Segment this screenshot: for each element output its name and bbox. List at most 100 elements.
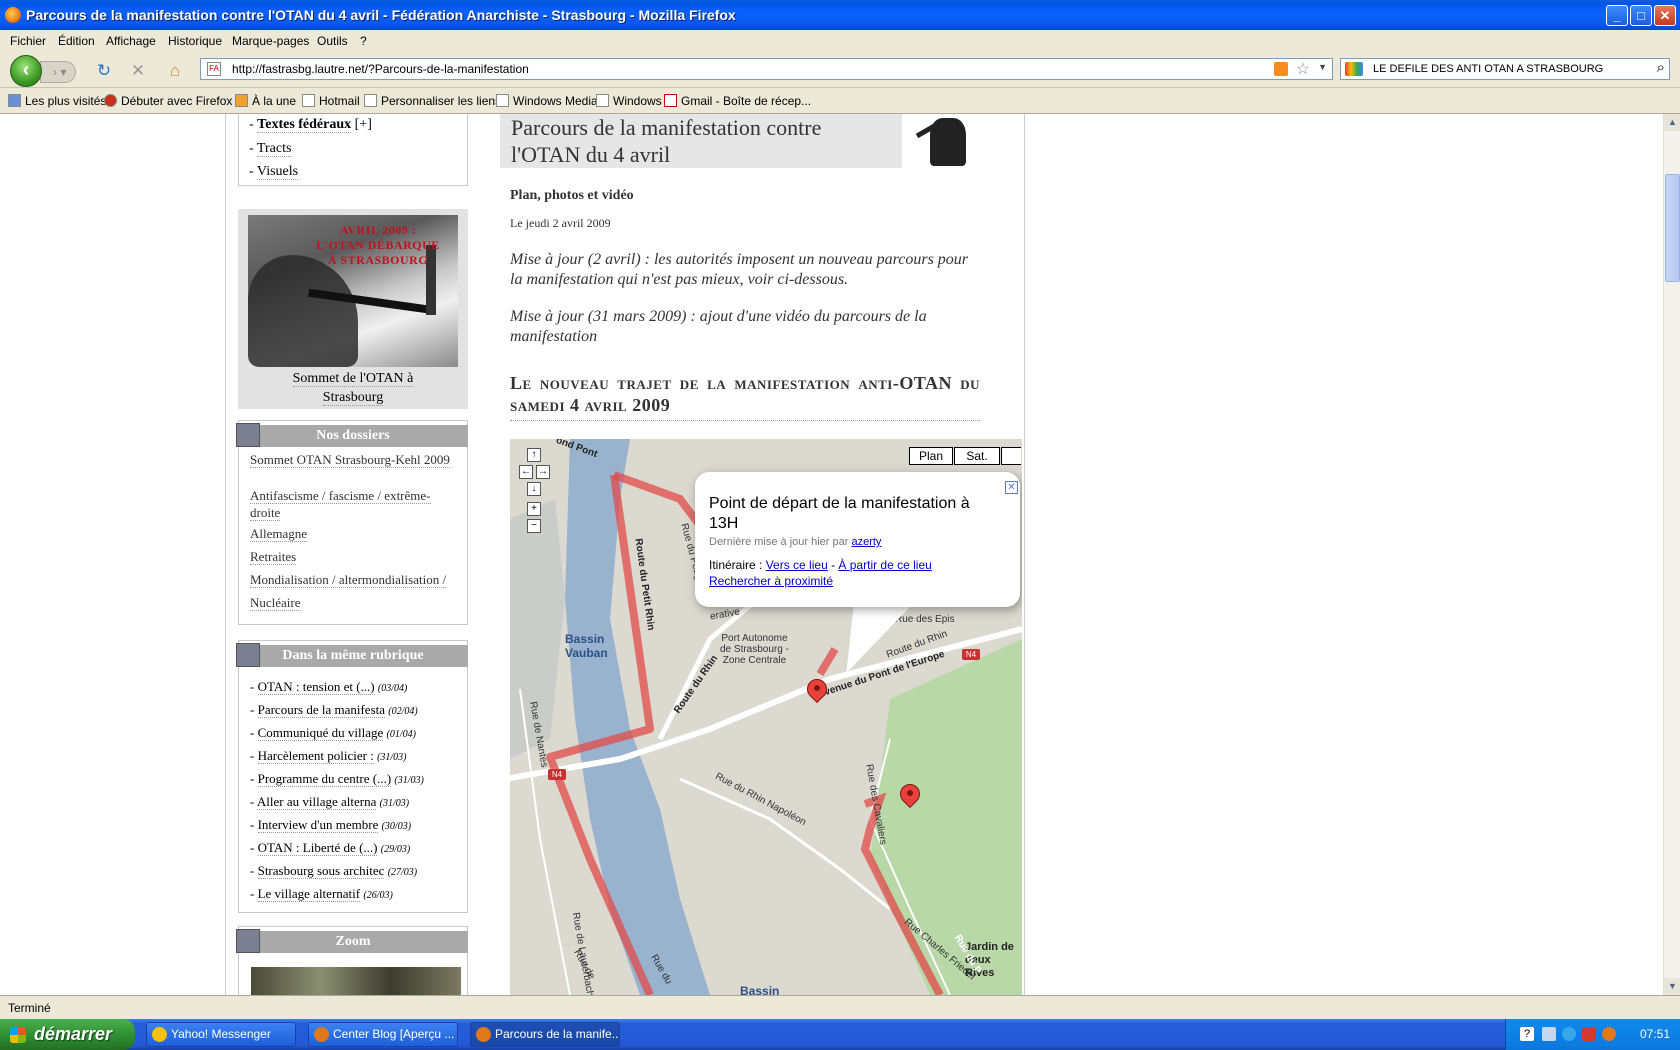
home-icon[interactable]: ⌂ — [165, 61, 185, 81]
url-dropdown-icon[interactable]: ▼ — [1318, 62, 1327, 72]
rubrique-item[interactable]: - Harcèlement policier : (31/03) — [250, 748, 407, 764]
menu-help[interactable]: ? — [360, 34, 367, 48]
network-icon[interactable] — [1542, 1027, 1556, 1041]
rubrique-item[interactable]: - OTAN : tension et (...) (03/04) — [250, 679, 407, 695]
pan-up-icon[interactable]: ↑ — [527, 448, 541, 462]
scroll-thumb[interactable] — [1665, 174, 1680, 282]
promo-caption[interactable]: Sommet de l'OTAN à Strasbourg — [238, 369, 468, 407]
task-parcours-manifestation[interactable]: Parcours de la manife... — [470, 1022, 620, 1047]
ati-icon[interactable] — [1582, 1027, 1596, 1041]
rubrique-item[interactable]: - Le village alternatif (26/03) — [250, 886, 393, 902]
directions-from-link[interactable]: À partir de ce lieu — [838, 558, 931, 572]
search-nearby-link[interactable]: Rechercher à proximité — [709, 574, 833, 588]
sidebar-item-tracts[interactable]: - Tracts — [249, 141, 292, 157]
article-update-2: Mise à jour (31 mars 2009) : ajout d'une… — [510, 308, 927, 345]
rubrique-item[interactable]: - Communiqué du village (01/04) — [250, 725, 416, 741]
author-link[interactable]: azerty — [851, 536, 881, 548]
map-marker-start[interactable] — [802, 674, 832, 709]
menu-fichier[interactable]: Fichier — [10, 34, 46, 48]
map-type-satellite-button[interactable]: Sat. — [954, 447, 1000, 465]
menu-edition[interactable]: Édition — [58, 34, 95, 48]
search-input[interactable]: LE DEFILE DES ANTI OTAN A STRASBOURG — [1373, 63, 1603, 75]
rubrique-item[interactable]: - Programme du centre (...) (31/03) — [250, 771, 424, 787]
firefox-tray-icon[interactable] — [1602, 1027, 1616, 1041]
rubrique-item[interactable]: - Aller au village alterna (31/03) — [250, 794, 409, 810]
rubrique-item[interactable]: - Strasbourg sous architec (27/03) — [250, 863, 417, 879]
page-viewport: - Textes fédéraux [+] - Tracts - Visuels… — [0, 114, 1663, 995]
dossier-item[interactable]: Antifascisme / fascisme / extrême-droite — [250, 487, 460, 521]
map-type-plan-button[interactable]: Plan — [909, 447, 953, 465]
start-button[interactable]: démarrer — [0, 1019, 135, 1050]
pan-left-icon[interactable]: ← — [519, 465, 533, 479]
search-bar[interactable]: LE DEFILE DES ANTI OTAN A STRASBOURG ⌕ — [1340, 58, 1670, 80]
dossier-item[interactable]: Sommet OTAN Strasbourg-Kehl 2009 — [250, 451, 460, 468]
dossiers-box: Nos dossiers Sommet OTAN Strasbourg-Kehl… — [236, 420, 468, 625]
soldier-silhouette — [248, 255, 358, 367]
bookmark-gmail[interactable]: Gmail - Boîte de récep... — [664, 94, 811, 108]
sidebar-item-textes-federaux[interactable]: - Textes fédéraux [+] — [249, 117, 372, 133]
scroll-down-icon[interactable]: ▼ — [1664, 978, 1680, 995]
bookmark-les-plus-visites[interactable]: Les plus visités — [8, 94, 106, 108]
close-button[interactable]: ✕ — [1654, 5, 1676, 26]
promo-image[interactable]: AVRIL 2009 : L'OTAN DÉBARQUE À STRASBOUR… — [248, 215, 458, 367]
bookmark-personnaliser-liens[interactable]: Personnaliser les liens — [364, 94, 501, 108]
dossier-item[interactable]: Retraites — [250, 548, 460, 565]
directions-to-link[interactable]: Vers ce lieu — [766, 558, 828, 572]
menu-outils[interactable]: Outils — [317, 34, 348, 48]
rubrique-item[interactable]: - Parcours de la manifesta (02/04) — [250, 702, 418, 718]
menu-affichage[interactable]: Affichage — [106, 34, 156, 48]
zoom-in-icon[interactable]: + — [527, 502, 541, 516]
map-info-window: ✕ Point de départ de la manifestation à … — [695, 472, 1020, 607]
bookmark-windows-media[interactable]: Windows Media — [496, 94, 598, 108]
bookmark-debuter-firefox[interactable]: Débuter avec Firefox — [104, 94, 232, 108]
dossier-item[interactable]: Nucléaire — [250, 594, 460, 611]
firefox-icon — [314, 1027, 329, 1042]
info-window-meta: Dernière mise à jour hier par azerty — [709, 536, 882, 548]
map-marker-end[interactable] — [895, 779, 925, 814]
pan-right-icon[interactable]: → — [536, 465, 550, 479]
search-icon[interactable]: ⌕ — [1657, 59, 1665, 76]
map-type-hybrid-button[interactable] — [1001, 447, 1021, 465]
menu-marque-pages[interactable]: Marque-pages — [232, 34, 309, 48]
search-engine-icon[interactable] — [1345, 62, 1363, 76]
zoom-out-icon[interactable]: − — [527, 519, 541, 533]
url-bar[interactable]: FA http://fastrasbg.lautre.net/?Parcours… — [200, 58, 1333, 80]
dossiers-icon — [236, 423, 260, 447]
menu-bar: Fichier Édition Affichage Historique Mar… — [0, 30, 1680, 52]
help-icon[interactable]: ? — [1520, 1027, 1534, 1041]
zoom-image[interactable] — [251, 967, 461, 995]
map-n4-shield: N4 — [962, 649, 980, 660]
dossier-item[interactable]: Allemagne — [250, 525, 460, 542]
stop-icon[interactable]: ✕ — [128, 61, 148, 81]
yahoo-messenger-icon — [152, 1027, 167, 1042]
messenger-tray-icon[interactable] — [1562, 1027, 1576, 1041]
forward-button[interactable]: › ▾ — [40, 61, 76, 83]
task-center-blog[interactable]: Center Blog [Aperçu ... — [308, 1022, 458, 1047]
bookmark-hotmail[interactable]: Hotmail — [302, 94, 360, 108]
url-text: http://fastrasbg.lautre.net/?Parcours-de… — [232, 62, 529, 76]
reload-icon[interactable]: ↻ — [94, 61, 114, 81]
dossier-item[interactable]: Mondialisation / altermondialisation / — [250, 571, 460, 588]
back-button[interactable]: ‹ — [10, 55, 42, 87]
bookmark-a-la-une[interactable]: À la une — [235, 94, 296, 108]
rss-feed-icon[interactable] — [1274, 62, 1288, 76]
menu-historique[interactable]: Historique — [168, 34, 222, 48]
maximize-button[interactable]: □ — [1630, 5, 1652, 26]
rubrique-item[interactable]: - Interview d'un membre (30/03) — [250, 817, 411, 833]
firefox-bookmark-icon — [104, 94, 117, 107]
close-icon[interactable]: ✕ — [1005, 481, 1018, 494]
article-update-1: Mise à jour (2 avril) : les autorités im… — [510, 251, 969, 288]
bookmark-star-icon[interactable]: ☆ — [1296, 59, 1310, 79]
page-icon — [302, 94, 315, 107]
pan-down-icon[interactable]: ↓ — [527, 482, 541, 496]
map-label-bassin-bottom: Bassin — [740, 984, 780, 995]
google-map[interactable]: Bassin Vauban Port Autonome de Strasbourg … — [510, 439, 1022, 995]
rubrique-item[interactable]: - OTAN : Liberté de (...) (29/03) — [250, 840, 410, 856]
bookmark-windows[interactable]: Windows — [596, 94, 662, 108]
vertical-scrollbar[interactable]: ▲ ▼ — [1663, 114, 1680, 995]
scroll-up-icon[interactable]: ▲ — [1664, 114, 1680, 131]
rubrique-icon — [236, 643, 260, 667]
sidebar-item-visuels[interactable]: - Visuels — [249, 164, 299, 180]
minimize-button[interactable]: _ — [1606, 5, 1628, 26]
task-yahoo-messenger[interactable]: Yahoo! Messenger — [146, 1022, 296, 1047]
